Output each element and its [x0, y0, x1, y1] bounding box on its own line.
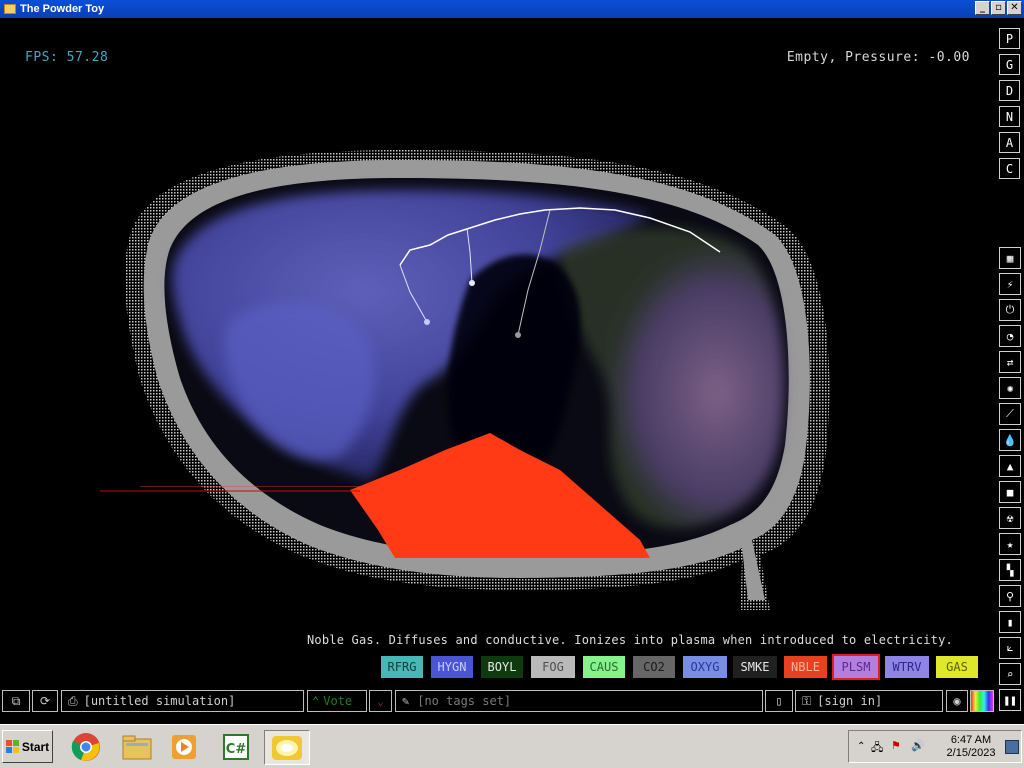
start-button[interactable]: Start	[2, 730, 53, 763]
liquids-icon[interactable]: 💧	[999, 429, 1021, 451]
settings-icon: ◉	[953, 694, 961, 708]
chrome-icon[interactable]	[68, 730, 104, 763]
element-boyl[interactable]: BOYL	[481, 656, 523, 678]
action-center-icon[interactable]: ⚑	[891, 739, 901, 752]
new-simulation-button[interactable]: ▯	[765, 690, 793, 712]
force-icon[interactable]: ⇄	[999, 351, 1021, 373]
reload-icon: ⟳	[39, 694, 51, 708]
pause-icon[interactable]: ❚❚	[999, 689, 1021, 711]
clock-time: 6:47 AM	[950, 734, 992, 746]
element-nble[interactable]: NBLE	[784, 656, 827, 678]
window-titlebar[interactable]: The Powder Toy _ ▫ ✕	[0, 0, 1024, 18]
simulation-canvas[interactable]	[0, 18, 1024, 724]
deco-view-button[interactable]: D	[999, 80, 1020, 101]
taskbar: Start C# ⌃ 🖧 ⚑ 🔊 6:47 AM 2/15/2023	[0, 724, 1024, 768]
ambient-view-button[interactable]: A	[999, 132, 1020, 153]
radioactive-icon[interactable]: ☢	[999, 507, 1021, 529]
gases-icon[interactable]: ⟋	[999, 403, 1021, 425]
element-gas[interactable]: GAS	[936, 656, 978, 678]
element-oxyg[interactable]: OXYG	[683, 656, 727, 678]
decoration-icon[interactable]: ⟀	[999, 637, 1021, 659]
start-label: Start	[21, 739, 50, 754]
electronics-icon[interactable]: ⚡	[999, 273, 1021, 295]
maximize-button[interactable]: ▫	[991, 1, 1006, 15]
sign-in-label: [sign in]	[817, 694, 883, 708]
vote-up-icon: ⌃	[312, 694, 320, 708]
chevron-up-icon[interactable]: ⌃	[857, 741, 865, 752]
element-wtrv[interactable]: WTRV	[885, 656, 929, 678]
simulation-window: FPS: 57.28 Empty, Pressure: -0.00 P G D …	[0, 18, 1024, 724]
life-icon[interactable]: ▚	[999, 559, 1021, 581]
vote-down-button[interactable]: ⌄	[369, 690, 392, 712]
windows-flag-icon	[5, 740, 19, 753]
element-hygn[interactable]: HYGN	[431, 656, 473, 678]
vote-up-button[interactable]: ⌃ Vote	[307, 690, 367, 712]
element-co2[interactable]: CO2	[633, 656, 675, 678]
save-simulation-button[interactable]: ⎙ [untitled simulation]	[61, 690, 304, 712]
element-plsm[interactable]: PLSM	[832, 654, 880, 680]
element-rfrg[interactable]: RFRG	[381, 656, 423, 678]
color-view-button[interactable]: C	[999, 158, 1020, 179]
vote-down-icon: ⌄	[376, 694, 385, 708]
window-title: The Powder Toy	[20, 3, 105, 15]
search-icon[interactable]: ⌕	[999, 663, 1021, 685]
explosives-icon[interactable]: ✺	[999, 377, 1021, 399]
open-icon: ⧉	[11, 693, 21, 708]
save-icon: ⎙	[68, 693, 78, 708]
sensors-icon[interactable]: ◔	[999, 325, 1021, 347]
tags-field[interactable]: ✎ [no tags set]	[395, 690, 763, 712]
media-player-icon[interactable]	[166, 730, 202, 763]
close-button[interactable]: ✕	[1007, 1, 1022, 15]
system-tray: ⌃ 🖧 ⚑ 🔊 6:47 AM 2/15/2023	[848, 730, 1022, 763]
reload-button[interactable]: ⟳	[32, 690, 58, 712]
newtonian-view-button[interactable]: N	[999, 106, 1020, 127]
show-desktop-icon[interactable]	[1005, 740, 1019, 754]
app-icon	[4, 4, 16, 14]
svg-text:C#: C#	[226, 742, 247, 757]
powered-icon[interactable]: ⏻	[999, 299, 1021, 321]
explorer-icon[interactable]	[119, 730, 155, 763]
save-name-label: [untitled simulation]	[83, 694, 236, 708]
gravity-view-button[interactable]: G	[999, 54, 1020, 75]
element-description: Noble Gas. Diffuses and conductive. Ioni…	[307, 633, 953, 647]
powders-icon[interactable]: ▲	[999, 455, 1021, 477]
display-mode-button[interactable]	[970, 690, 994, 712]
special-icon[interactable]: ★	[999, 533, 1021, 555]
clock-date: 2/15/2023	[946, 747, 996, 759]
open-save-button[interactable]: ⧉	[2, 690, 30, 712]
new-file-icon: ▯	[775, 694, 783, 708]
sign-in-button[interactable]: ⚿ [sign in]	[795, 690, 943, 712]
volume-icon[interactable]: 🔊	[911, 739, 925, 752]
element-fog[interactable]: FOG	[531, 656, 575, 678]
powder-toy-icon[interactable]	[264, 730, 310, 765]
element-caus[interactable]: CAUS	[583, 656, 625, 678]
key-icon: ⚿	[802, 693, 812, 708]
tools-icon[interactable]: ⚲	[999, 585, 1021, 607]
walls-icon[interactable]: ▦	[999, 247, 1021, 269]
solids-icon[interactable]: ■	[999, 481, 1021, 503]
pressure-readout: Empty, Pressure: -0.00	[786, 50, 970, 65]
vote-label: Vote	[323, 694, 353, 708]
clock[interactable]: 6:47 AM 2/15/2023	[939, 734, 1003, 760]
csharp-icon[interactable]: C#	[219, 730, 255, 763]
settings-button[interactable]: ◉	[946, 690, 968, 712]
tags-label: [no tags set]	[417, 694, 512, 708]
pressure-view-button[interactable]: P	[999, 28, 1020, 49]
tag-icon: ✎	[402, 694, 410, 708]
minimize-button[interactable]: _	[975, 1, 990, 15]
favorites-icon[interactable]: ▮	[999, 611, 1021, 633]
fps-counter: FPS: 57.28	[25, 50, 109, 65]
network-icon[interactable]: 🖧	[871, 739, 883, 758]
element-smke[interactable]: SMKE	[733, 656, 777, 678]
